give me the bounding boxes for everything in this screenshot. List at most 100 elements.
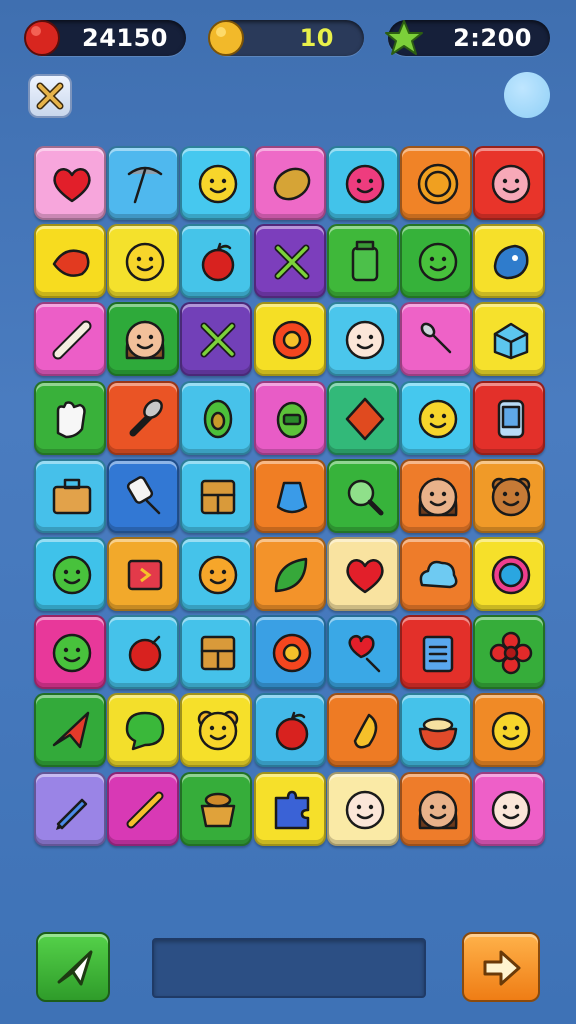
board-tile[interactable] — [180, 693, 253, 768]
board-tile[interactable] — [253, 771, 326, 846]
board-tile[interactable] — [326, 615, 399, 690]
board-tile[interactable] — [326, 771, 399, 846]
board-tile[interactable] — [34, 146, 106, 220]
board-tile[interactable] — [107, 615, 180, 690]
paper-plane-icon — [57, 950, 93, 986]
board-tile[interactable] — [473, 380, 546, 455]
bubble-button[interactable] — [504, 72, 550, 118]
board-tile[interactable] — [34, 302, 106, 377]
board-tile[interactable] — [326, 458, 399, 533]
board-tile[interactable] — [253, 224, 326, 299]
board-tile[interactable] — [107, 693, 180, 768]
board-tile[interactable] — [34, 458, 106, 533]
board-tile[interactable] — [326, 302, 399, 377]
green-face-icon — [418, 242, 458, 282]
board-tile[interactable] — [326, 537, 399, 611]
board-tile[interactable] — [253, 380, 326, 455]
board-tile[interactable] — [400, 302, 472, 377]
board-tile[interactable] — [400, 146, 472, 220]
cloud-face-icon — [419, 560, 458, 589]
bear-face-icon — [491, 477, 531, 517]
board-tile[interactable] — [473, 537, 546, 611]
woman-face-icon — [418, 790, 458, 829]
board-tile[interactable] — [473, 693, 546, 768]
board-tile[interactable] — [326, 380, 399, 455]
board-tile[interactable] — [34, 693, 106, 768]
board-tile[interactable] — [253, 615, 326, 690]
close-icon — [36, 82, 64, 110]
board-tile[interactable] — [180, 146, 253, 220]
board-tile[interactable] — [34, 224, 106, 299]
robot-icon — [276, 401, 307, 438]
board-tile[interactable] — [326, 224, 399, 299]
board-tile[interactable] — [107, 224, 180, 299]
coins-counter: 10 — [208, 20, 364, 56]
pig-face-icon — [491, 164, 531, 204]
woman-face-icon — [418, 477, 458, 517]
sun-flower-icon — [272, 633, 311, 673]
board-tile[interactable] — [107, 537, 180, 611]
rolling-pin-icon — [52, 320, 92, 360]
smiley-icon — [125, 242, 165, 282]
plane-icon — [52, 712, 90, 749]
green-face-icon — [52, 555, 92, 595]
board-tile[interactable] — [253, 693, 326, 768]
candy-icon — [126, 791, 164, 829]
board-tile[interactable] — [253, 146, 326, 220]
board-tile[interactable] — [473, 224, 546, 299]
bowl-icon — [418, 718, 458, 751]
board-tile[interactable] — [34, 380, 106, 455]
green-face-icon — [52, 633, 92, 673]
board-tile[interactable] — [400, 537, 472, 611]
chat-bubble-icon — [125, 712, 165, 751]
roller-icon — [127, 475, 161, 515]
apple-icon — [202, 242, 235, 282]
board-tile[interactable] — [107, 146, 180, 220]
board-tile[interactable] — [107, 302, 180, 377]
board-tile[interactable] — [107, 380, 180, 455]
board-tile[interactable] — [180, 302, 253, 377]
sun-flower-icon — [272, 321, 311, 360]
board-tile[interactable] — [180, 615, 253, 690]
board-tile[interactable] — [253, 302, 326, 377]
board-tile[interactable] — [253, 537, 326, 611]
star-icon — [385, 20, 423, 55]
board-tile[interactable] — [107, 458, 180, 533]
board-tile[interactable] — [253, 458, 326, 533]
board-tile[interactable] — [180, 537, 253, 611]
board-tile[interactable] — [180, 458, 253, 533]
jar-icon — [351, 240, 379, 282]
board-tile[interactable] — [34, 771, 106, 846]
board-tile[interactable] — [180, 771, 253, 846]
avocado-icon — [204, 399, 233, 438]
board-tile[interactable] — [400, 771, 472, 846]
board-tile[interactable] — [180, 380, 253, 455]
board-tile[interactable] — [400, 380, 472, 455]
smiley-icon — [491, 712, 531, 751]
board-tile[interactable] — [107, 771, 180, 846]
red-ball-icon — [128, 635, 162, 672]
board-tile[interactable] — [326, 693, 399, 768]
board-tile[interactable] — [180, 224, 253, 299]
hint-button[interactable] — [36, 932, 110, 1002]
board-tile[interactable] — [400, 224, 472, 299]
board-tile[interactable] — [473, 458, 546, 533]
board-tile[interactable] — [34, 615, 106, 690]
board-tile[interactable] — [326, 146, 399, 220]
next-button[interactable] — [462, 932, 540, 1002]
crossed-tools-icon — [200, 322, 236, 358]
board-tile[interactable] — [400, 693, 472, 768]
board-tile[interactable] — [34, 537, 106, 611]
close-button[interactable] — [28, 74, 72, 118]
board-tile[interactable] — [473, 146, 546, 220]
board-tile[interactable] — [400, 458, 472, 533]
briefcase-icon — [52, 478, 92, 515]
board-tile[interactable] — [473, 302, 546, 377]
board-tile[interactable] — [473, 771, 546, 846]
potato-icon — [273, 167, 310, 201]
board-tile[interactable] — [473, 615, 546, 690]
ice-cube-icon — [493, 323, 529, 360]
puzzle-icon — [274, 790, 309, 829]
board-tile[interactable] — [400, 615, 472, 690]
apple-icon — [275, 712, 308, 751]
